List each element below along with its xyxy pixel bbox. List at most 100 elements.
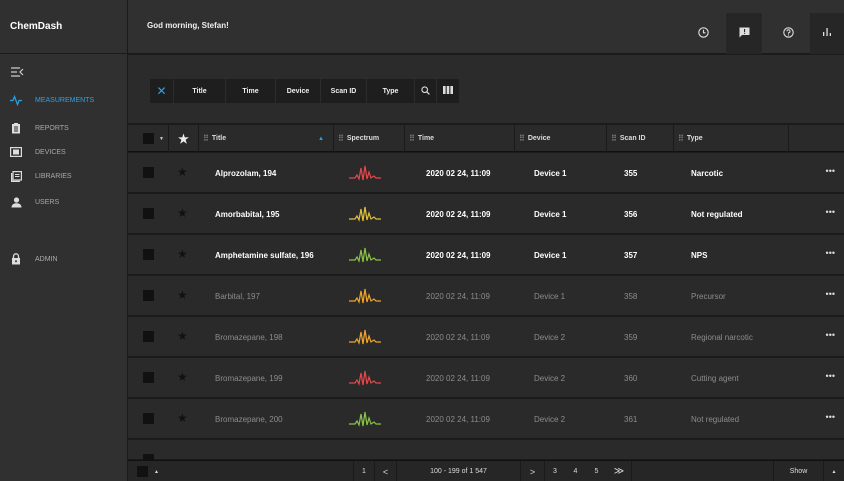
sidebar: ChemDash MEASUREMENTS REPORTS DEVICES LI…	[0, 0, 128, 481]
chevron-up-icon[interactable]: ▲	[823, 461, 844, 481]
analytics-button[interactable]	[810, 13, 844, 54]
cell-device: Device 1	[534, 209, 567, 219]
prev-page-button[interactable]: <	[374, 461, 396, 481]
row-checkbox[interactable]	[143, 372, 154, 383]
column-label: Scan ID	[619, 135, 646, 142]
page-4-button[interactable]: 4	[565, 461, 586, 481]
devices-icon	[10, 147, 22, 158]
row-checkbox[interactable]	[143, 167, 154, 178]
select-all-control[interactable]: ▼	[128, 125, 168, 152]
page-5-button[interactable]: 5	[586, 461, 607, 481]
cell-device: Device 2	[534, 414, 566, 424]
star-icon[interactable]: ★	[177, 165, 188, 179]
drag-handle-icon[interactable]: ⠿	[203, 134, 209, 143]
more-options-icon[interactable]: •••	[826, 248, 835, 258]
favorites-column-header[interactable]: ★	[168, 125, 198, 152]
sidebar-item-measurements[interactable]: MEASUREMENTS	[0, 90, 128, 110]
filter-chip-time[interactable]: Time	[226, 79, 276, 103]
more-options-icon[interactable]: •••	[826, 371, 835, 381]
table-row[interactable]: ★ Bromazepane, 199 2020 02 24, 11:09 Dev…	[128, 358, 844, 398]
footer-checkbox[interactable]	[137, 466, 149, 477]
sidebar-item-label: MEASUREMENTS	[35, 96, 95, 104]
drag-handle-icon[interactable]: ⠿	[338, 134, 344, 143]
sidebar-item-reports[interactable]: REPORTS	[0, 118, 128, 138]
column-header-device[interactable]: ⠿ Device	[514, 125, 606, 152]
clear-filters-button[interactable]: ✕	[150, 79, 174, 103]
column-header-time[interactable]: ⠿ Time	[404, 125, 514, 152]
star-icon[interactable]: ★	[177, 247, 188, 261]
sidebar-item-users[interactable]: USERS	[0, 192, 128, 212]
cell-time: 2020 02 24, 11:09	[426, 373, 490, 383]
row-checkbox[interactable]	[143, 290, 154, 301]
star-icon[interactable]: ★	[177, 206, 188, 220]
sidebar-item-label: LIBRARIES	[35, 172, 72, 180]
more-options-icon[interactable]: •••	[826, 289, 835, 299]
sidebar-item-label: USERS	[35, 198, 60, 206]
more-options-icon[interactable]: •••	[826, 412, 835, 422]
table-row[interactable]: ★ Bromazepane, 198 2020 02 24, 11:09 Dev…	[128, 317, 844, 357]
cell-scan-id: 357	[624, 250, 638, 260]
search-button[interactable]	[415, 79, 437, 103]
row-checkbox[interactable]	[143, 208, 154, 219]
history-button[interactable]	[685, 13, 721, 54]
table-row[interactable]: ★ Barbital, 197 2020 02 24, 11:09 Device…	[128, 276, 844, 316]
show-rows-button[interactable]: Show	[773, 461, 823, 481]
libraries-icon	[10, 170, 22, 182]
drag-handle-icon[interactable]: ⠿	[409, 134, 415, 143]
table-header: ▼ ★ ⠿ Title ▲ ⠿ Spectrum ⠿ Time ⠿ Device…	[128, 125, 844, 152]
more-options-icon[interactable]: •••	[826, 207, 835, 217]
star-icon[interactable]: ★	[177, 411, 188, 425]
cell-type: Precursor	[691, 291, 726, 301]
chevron-up-icon[interactable]: ▲	[154, 469, 159, 475]
help-button[interactable]	[770, 13, 806, 54]
column-header-title[interactable]: ⠿ Title ▲	[198, 125, 333, 152]
cell-scan-id: 361	[624, 414, 638, 424]
star-icon[interactable]: ★	[177, 288, 188, 302]
sidebar-item-admin[interactable]: ADMIN	[0, 249, 128, 269]
next-page-button[interactable]: >	[520, 461, 544, 481]
table-row[interactable]: ★ Amphetamine sulfate, 196 2020 02 24, 1…	[128, 235, 844, 275]
collapse-menu-icon[interactable]	[10, 66, 24, 78]
filter-chip-title[interactable]: Title	[174, 79, 226, 103]
column-header-actions	[788, 125, 844, 152]
column-label: Type	[686, 135, 703, 142]
sort-asc-icon[interactable]: ▲	[318, 136, 324, 142]
last-page-button[interactable]: ≫	[607, 461, 631, 481]
star-icon[interactable]: ★	[177, 370, 188, 384]
cell-title: Amorbabital, 195	[215, 209, 280, 219]
messages-button[interactable]	[726, 13, 762, 54]
footer-select-control[interactable]: ▲	[128, 461, 168, 481]
row-checkbox[interactable]	[143, 249, 154, 260]
star-icon[interactable]: ★	[177, 329, 188, 343]
cell-time: 2020 02 24, 11:09	[426, 414, 490, 424]
table-row[interactable]: ★ Alprozolam, 194 2020 02 24, 11:09 Devi…	[128, 153, 844, 193]
table-row[interactable]: ★ Amorbabital, 195 2020 02 24, 11:09 Dev…	[128, 194, 844, 234]
drag-handle-icon[interactable]: ⠿	[519, 134, 525, 143]
select-all-checkbox[interactable]	[143, 133, 154, 144]
drag-handle-icon[interactable]: ⠿	[678, 134, 684, 143]
cell-type: Not regulated	[691, 414, 740, 424]
page-3-button[interactable]: 3	[544, 461, 565, 481]
spectrum-thumbnail	[349, 329, 381, 345]
row-checkbox[interactable]	[143, 331, 154, 342]
page-first-button[interactable]: 1	[353, 461, 374, 481]
table-row[interactable]: ★ Bromazepane, 200 2020 02 24, 11:09 Dev…	[128, 399, 844, 439]
filter-chip-device[interactable]: Device	[276, 79, 321, 103]
cell-scan-id: 360	[624, 373, 638, 383]
cell-title: Amphetamine sulfate, 196	[215, 250, 314, 260]
more-options-icon[interactable]: •••	[826, 330, 835, 340]
columns-button[interactable]	[437, 79, 459, 103]
drag-handle-icon[interactable]: ⠿	[611, 134, 617, 143]
sidebar-item-libraries[interactable]: LIBRARIES	[0, 166, 128, 186]
row-checkbox[interactable]	[143, 413, 154, 424]
column-label: Time	[417, 135, 435, 142]
column-header-scan-id[interactable]: ⠿ Scan ID	[606, 125, 673, 152]
more-options-icon[interactable]: •••	[826, 166, 835, 176]
column-header-type[interactable]: ⠿ Type	[673, 125, 788, 152]
filter-chip-type[interactable]: Type	[367, 79, 415, 103]
sidebar-item-devices[interactable]: DEVICES	[0, 142, 128, 162]
spectrum-thumbnail	[349, 165, 381, 181]
chevron-down-icon[interactable]: ▼	[159, 136, 164, 142]
column-header-spectrum[interactable]: ⠿ Spectrum	[333, 125, 404, 152]
filter-chip-scan-id[interactable]: Scan ID	[321, 79, 367, 103]
